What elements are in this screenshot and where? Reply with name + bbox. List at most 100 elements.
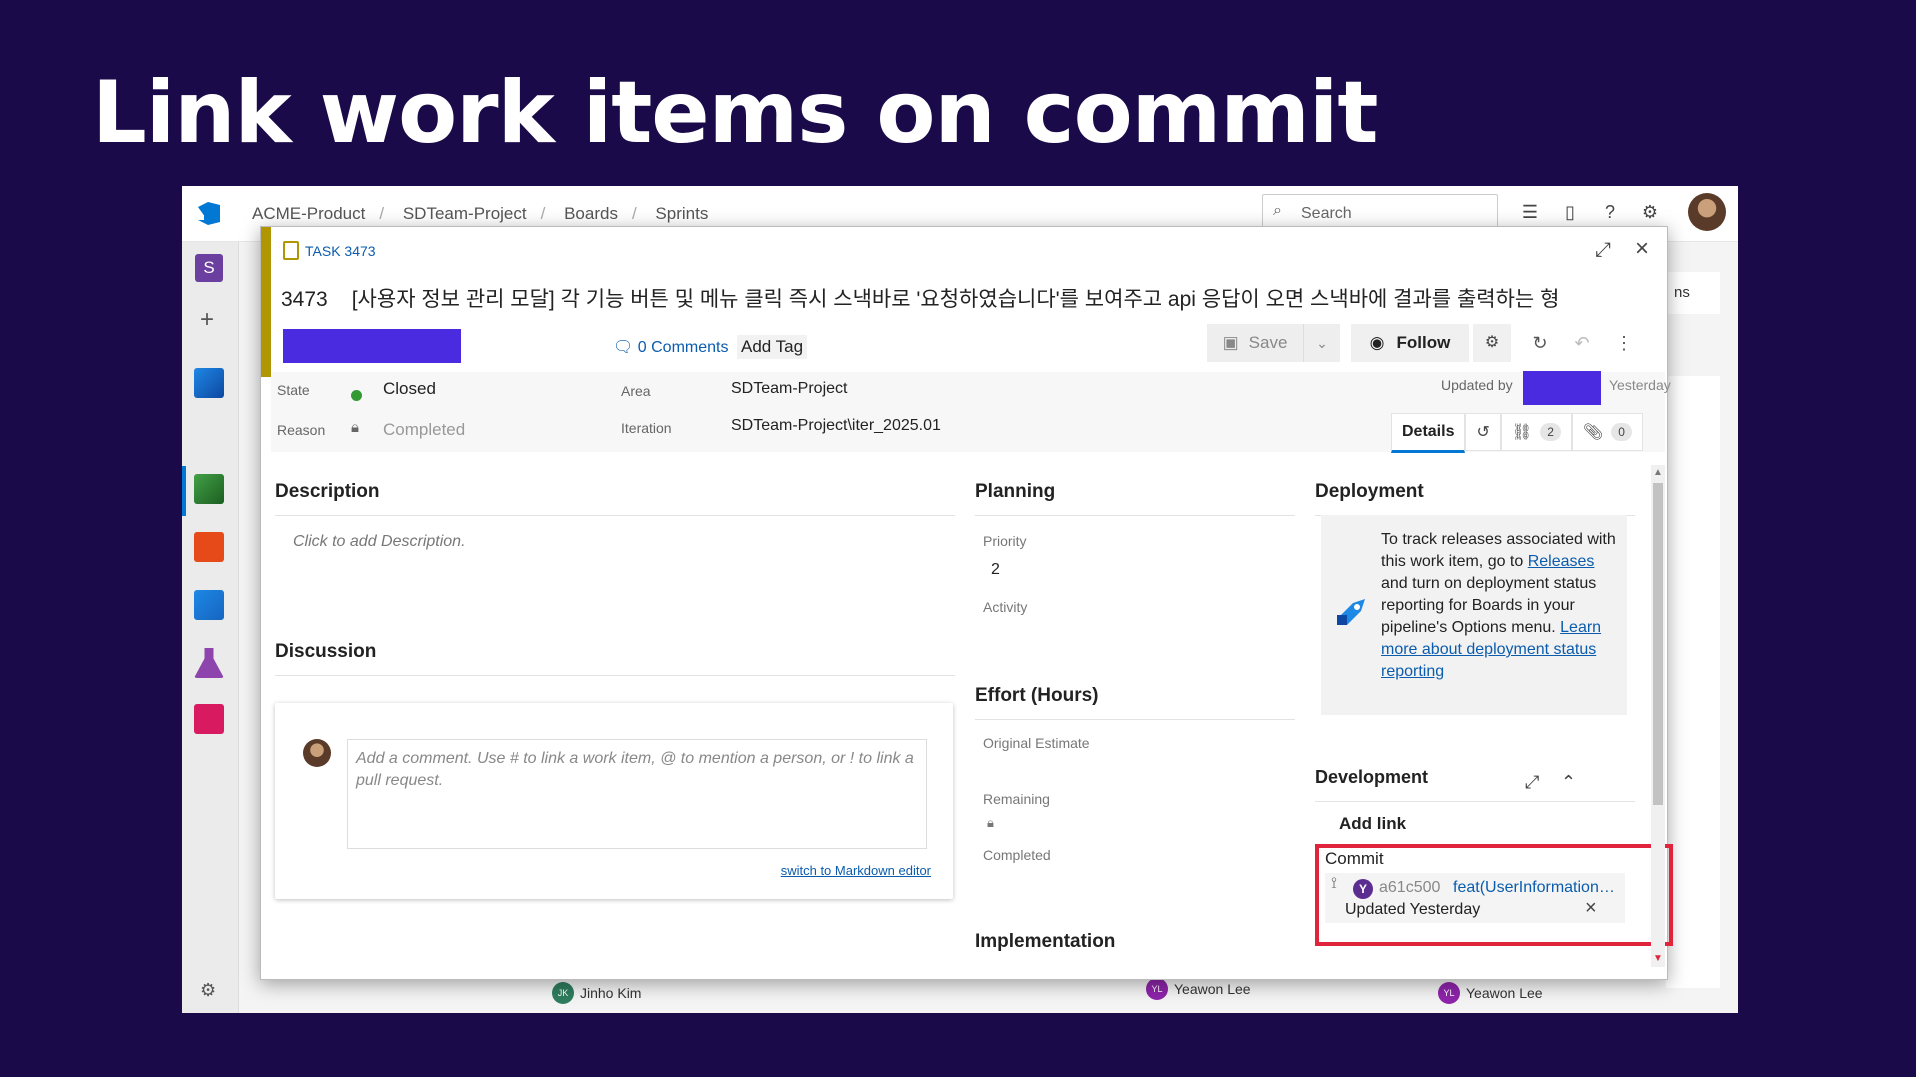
tab-links[interactable]: ⛓ 2 xyxy=(1500,413,1572,451)
settings-icon[interactable]: ⚙ xyxy=(1473,324,1511,362)
attachments-count: 0 xyxy=(1611,423,1632,441)
paperclip-icon: 📎︎ xyxy=(1582,424,1604,441)
tab-details[interactable]: Details xyxy=(1391,413,1466,453)
scroll-up-icon[interactable]: ▲ xyxy=(1653,467,1663,478)
priority-value[interactable]: 2 xyxy=(991,561,1000,579)
scroll-down-icon[interactable]: ▼ xyxy=(1653,953,1663,964)
background-assignee: YL Yeawon Lee xyxy=(1438,982,1543,1004)
test-plans-icon[interactable] xyxy=(194,648,224,678)
search-placeholder: Search xyxy=(1301,205,1352,222)
breadcrumb-org[interactable]: ACME-Product xyxy=(252,204,365,223)
divider xyxy=(275,675,955,676)
activity-label: Activity xyxy=(983,599,1028,615)
active-indicator xyxy=(182,466,186,516)
add-tag-button[interactable]: Add Tag xyxy=(737,335,808,359)
avatar xyxy=(303,739,331,767)
description-field[interactable]: Click to add Description. xyxy=(293,533,466,551)
lock-icon: 🔒︎ xyxy=(987,815,994,830)
close-icon[interactable]: × xyxy=(1635,235,1649,263)
releases-link[interactable]: Releases xyxy=(1528,553,1595,570)
original-estimate-label: Original Estimate xyxy=(983,735,1090,751)
project-avatar[interactable]: S xyxy=(195,254,223,282)
development-heading: Development xyxy=(1315,767,1429,787)
task-list-icon[interactable]: ☰ xyxy=(1518,200,1542,224)
iteration-value[interactable]: SDTeam-Project\iter_2025.01 xyxy=(731,417,941,435)
pipelines-icon[interactable] xyxy=(194,590,224,620)
project-settings-icon[interactable]: ⚙ xyxy=(200,980,216,1001)
history-icon: ↺ xyxy=(1476,424,1490,441)
state-label: State xyxy=(277,382,310,398)
save-options-chevron-icon[interactable]: ⌄ xyxy=(1304,324,1340,362)
task-icon xyxy=(283,241,299,260)
divider xyxy=(275,515,955,516)
divider xyxy=(975,719,1295,720)
discussion-heading: Discussion xyxy=(275,641,377,662)
completed-label: Completed xyxy=(983,847,1051,863)
priority-label: Priority xyxy=(983,533,1027,549)
reason-label: Reason xyxy=(277,422,326,438)
assignee-name: Jinho Kim xyxy=(580,985,642,1001)
follow-label: Follow xyxy=(1396,333,1451,352)
background-tab: ns xyxy=(1666,272,1720,314)
scrollbar[interactable]: ▲ ▼ xyxy=(1651,465,1665,967)
lock-icon: 🔒︎ xyxy=(351,419,359,436)
save-label: Save xyxy=(1248,333,1288,352)
user-avatar[interactable] xyxy=(1688,193,1726,231)
breadcrumb-project[interactable]: SDTeam-Project xyxy=(403,204,527,223)
background-column xyxy=(1666,376,1720,988)
tab-history[interactable]: ↺ xyxy=(1465,413,1501,451)
area-value[interactable]: SDTeam-Project xyxy=(731,380,847,398)
user-settings-icon[interactable]: ⚙ xyxy=(1638,200,1662,224)
state-dot-icon xyxy=(351,390,362,401)
artifacts-icon[interactable] xyxy=(194,704,224,734)
deployment-text: To track releases associated with this w… xyxy=(1381,529,1617,683)
work-item-tabs: Details ↺ ⛓ 2 📎︎ 0 xyxy=(1391,413,1643,453)
save-button[interactable]: ▣ Save xyxy=(1207,324,1304,362)
comment-input[interactable]: Add a comment. Use # to link a work item… xyxy=(347,739,927,849)
iteration-label: Iteration xyxy=(621,420,672,436)
follow-button[interactable]: ◉ Follow xyxy=(1351,324,1469,362)
comment-icon: 🗨 xyxy=(613,339,634,356)
work-item-title-text[interactable]: [사용자 정보 관리 모달] 각 기능 버튼 및 메뉴 클릭 즉시 스낵바로 '… xyxy=(352,288,1560,311)
azure-devops-logo-icon[interactable] xyxy=(194,198,224,228)
overview-icon[interactable] xyxy=(194,368,224,398)
state-value[interactable]: Closed xyxy=(383,379,436,399)
background-assignee: YL Yeawon Lee xyxy=(1146,978,1251,1000)
chevron-up-icon[interactable]: ⌃ xyxy=(1561,772,1576,793)
tab-attachments[interactable]: 📎︎ 0 xyxy=(1571,413,1643,451)
links-count: 2 xyxy=(1540,423,1561,441)
updated-by-label: Updated by xyxy=(1441,377,1513,393)
help-icon[interactable]: ? xyxy=(1598,200,1622,224)
devops-screenshot: ACME-Product / SDTeam-Project / Boards / Sp… xyxy=(182,186,1738,1013)
fullscreen-icon[interactable]: ⤢ xyxy=(1595,239,1611,262)
expand-icon[interactable]: ⤢ xyxy=(1525,772,1539,793)
remaining-label: Remaining xyxy=(983,791,1050,807)
breadcrumb-sprints[interactable]: Sprints xyxy=(655,204,708,223)
comments-link[interactable]: 🗨 0 Comments xyxy=(613,337,728,357)
comments-count: 0 Comments xyxy=(637,339,729,356)
comment-composer: Add a comment. Use # to link a work item… xyxy=(275,703,953,899)
undo-icon[interactable]: ↶ xyxy=(1565,324,1599,362)
work-item-title[interactable]: 3473 [사용자 정보 관리 모달] 각 기능 버튼 및 메뉴 클릭 즉시 스낵… xyxy=(281,283,1651,313)
divider xyxy=(975,515,1295,516)
breadcrumb-boards[interactable]: Boards xyxy=(564,204,618,223)
boards-icon[interactable] xyxy=(194,474,224,504)
assignee-name: Yeawon Lee xyxy=(1174,981,1251,997)
tab-details-label: Details xyxy=(1402,423,1455,440)
redacted-assignee xyxy=(283,329,461,363)
shopping-bag-icon[interactable]: ▯ xyxy=(1558,200,1582,224)
markdown-editor-link[interactable]: switch to Markdown editor xyxy=(781,863,931,878)
add-link-button[interactable]: Add link xyxy=(1339,814,1406,834)
avatar: JK xyxy=(552,982,574,1004)
eye-icon: ◉ xyxy=(1369,333,1385,352)
work-item-id: 3473 xyxy=(281,288,328,311)
refresh-icon[interactable]: ↻ xyxy=(1523,324,1557,362)
repos-icon[interactable] xyxy=(194,532,224,562)
reason-value: Completed xyxy=(383,420,466,439)
breadcrumb: ACME-Product / SDTeam-Project / Boards / Sp… xyxy=(252,204,709,223)
more-actions-icon[interactable]: ⋮ xyxy=(1607,324,1641,362)
scroll-thumb[interactable] xyxy=(1653,483,1663,805)
task-color-bar xyxy=(261,227,271,377)
add-icon[interactable]: + xyxy=(200,306,214,334)
deployment-heading: Deployment xyxy=(1315,481,1424,502)
